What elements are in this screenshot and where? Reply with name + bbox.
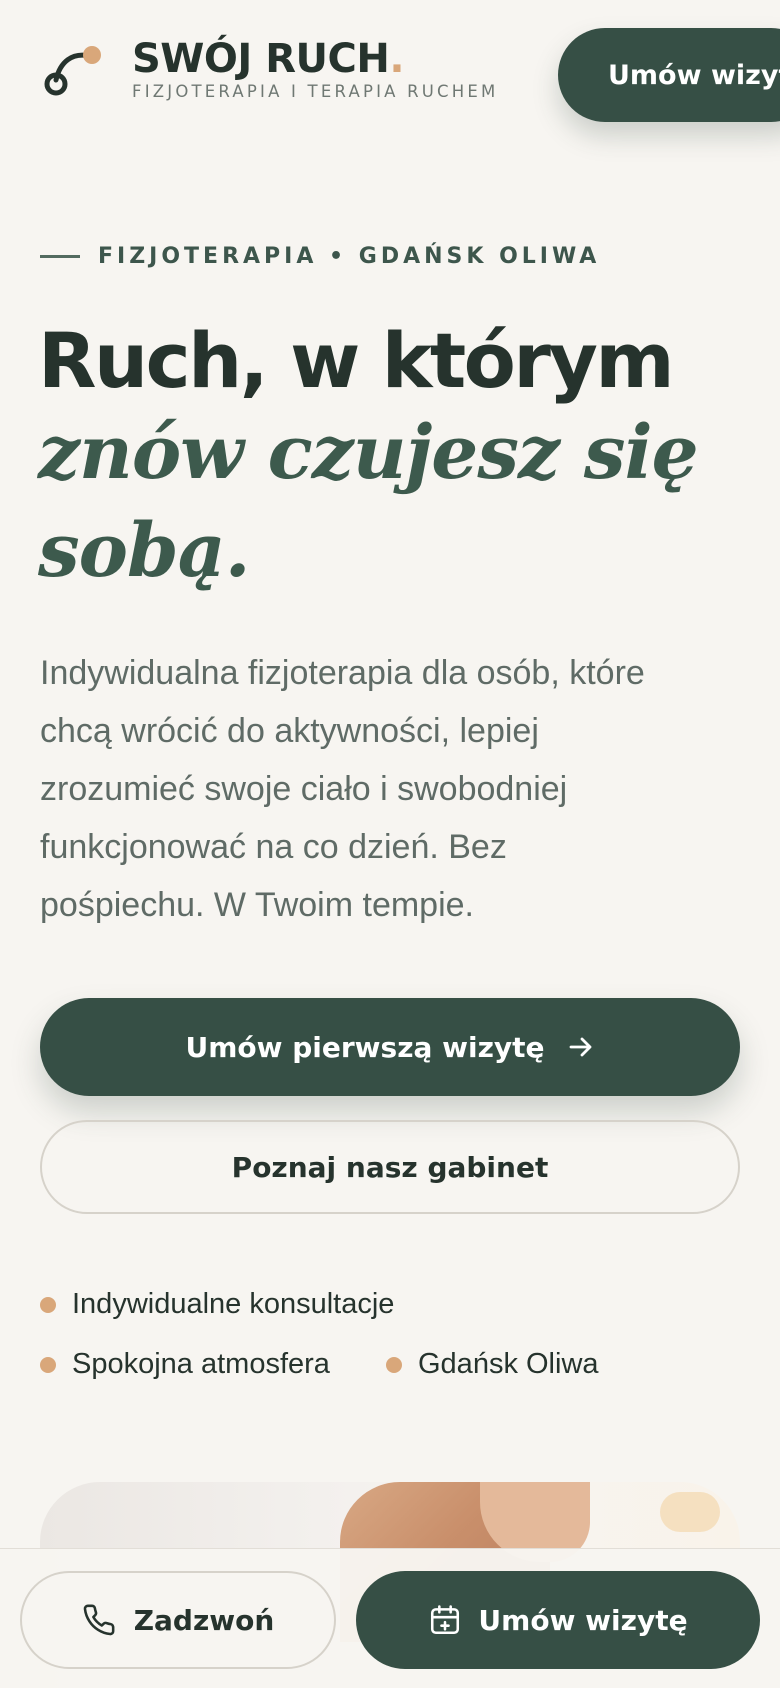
call-label: Zadzwoń: [133, 1603, 275, 1637]
feature-text: Spokojna atmosfera: [72, 1348, 330, 1380]
lead-line: Indywidualna fizjoterapia dla osób, któr…: [40, 654, 645, 692]
explore-clinic-button[interactable]: Poznaj nasz gabinet: [40, 1120, 740, 1214]
phone-icon: [82, 1603, 116, 1637]
book-first-visit-button[interactable]: Umów pierwszą wizytę: [40, 998, 740, 1096]
bullet-dot: [386, 1356, 402, 1373]
light-glow: [660, 1492, 720, 1532]
feature-item: Indywidualne konsultacje: [40, 1288, 394, 1321]
feature-text: Gdańsk Oliwa: [418, 1348, 599, 1380]
feature-text: Indywidualne konsultacje: [72, 1288, 395, 1320]
headline-line-1: Ruch, w którym: [38, 316, 675, 405]
header-book-button[interactable]: Umów wizytę: [558, 28, 780, 122]
bullet-dot: [40, 1356, 56, 1373]
calendar-plus-icon: [428, 1603, 462, 1637]
book-visit-button[interactable]: Umów wizytę: [356, 1571, 760, 1669]
book-visit-label: Umów wizytę: [478, 1603, 688, 1637]
eyebrow: FIZJOTERAPIA • GDAŃSK OLIWA: [40, 244, 600, 269]
brand-dot: .: [389, 36, 405, 82]
eyebrow-line: [40, 255, 80, 258]
logo-mark-icon[interactable]: [42, 42, 106, 98]
eyebrow-text: FIZJOTERAPIA • GDAŃSK OLIWA: [98, 244, 601, 269]
lead-line: chcą wrócić do aktywności, lepiej: [40, 712, 539, 750]
site-header: SWÓJ RUCH. FIZJOTERAPIA I TERAPIA RUCHEM…: [0, 0, 780, 150]
headline-line-2: znów czujesz się: [38, 410, 699, 496]
brand-name-text: SWÓJ RUCH: [132, 36, 390, 82]
brand-name[interactable]: SWÓJ RUCH.: [132, 36, 405, 82]
bottom-action-bar: Zadzwoń Umów wizytę: [0, 1548, 780, 1688]
arrow-right-icon: [567, 1033, 595, 1061]
feature-item: Spokojna atmosfera: [40, 1348, 330, 1381]
lead-line: zrozumieć swoje ciało i swobodniej: [40, 770, 568, 808]
brand-tagline: FIZJOTERAPIA I TERAPIA RUCHEM: [132, 82, 499, 101]
bullet-dot: [40, 1296, 56, 1313]
hero-lead: Indywidualna fizjoterapia dla osób, któr…: [40, 644, 740, 934]
lead-line: pośpiechu. W Twoim tempie.: [40, 886, 474, 924]
page: SWÓJ RUCH. FIZJOTERAPIA I TERAPIA RUCHEM…: [0, 0, 780, 1688]
headline-line-3: sobą.: [38, 508, 250, 594]
call-button[interactable]: Zadzwoń: [20, 1571, 336, 1669]
book-first-visit-label: Umów pierwszą wizytę: [185, 1030, 545, 1064]
lead-line: funkcjonować na co dzień. Bez: [40, 828, 507, 866]
feature-item: Gdańsk Oliwa: [386, 1348, 599, 1381]
